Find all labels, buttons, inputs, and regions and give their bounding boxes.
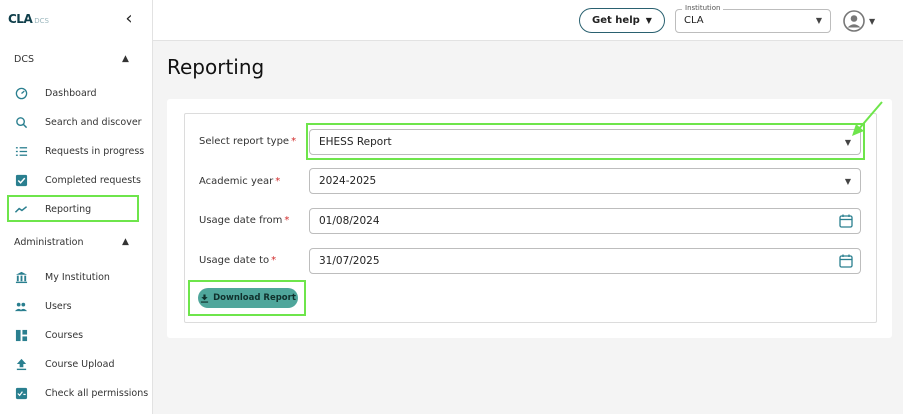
logo-row: CLA DCS ‹ [0,0,153,40]
report-type-label-text: Select report type [199,136,290,147]
section-dcs[interactable]: DCS ▲ [0,48,153,70]
sidebar-item-course-upload[interactable]: Course Upload [0,351,153,377]
logo-sub-text: DCS [34,17,49,25]
sidebar-item-label: Courses [45,329,84,341]
chevron-down-icon: ▼ [645,16,652,25]
dropdown-arrow-icon: ▼ [815,16,822,25]
sidebar-item-label: Requests in progress [45,145,145,157]
academic-year-select[interactable]: 2024-2025 ▼ [309,168,861,194]
institution-select[interactable]: Institution CLA ▼ [675,4,831,33]
required-marker: * [275,176,281,187]
calendar-icon[interactable] [839,254,853,268]
sidebar-item-check-permissions[interactable]: Check all permissions [0,380,153,406]
dropdown-arrow-icon: ▼ [844,138,851,147]
sidebar-item-label: Course Upload [45,358,115,370]
required-marker: * [284,215,290,226]
usage-to-label: Usage date to * [199,255,276,266]
sidebar-item-completed-requests[interactable]: Completed requests [0,167,153,193]
usage-to-value: 31/07/2025 [319,255,380,267]
section-administration-label: Administration [14,236,84,248]
institution-icon [14,270,28,284]
chevron-down-icon: ▼ [869,16,876,26]
download-icon [200,293,209,303]
download-report-button[interactable]: Download Report [198,288,298,308]
permissions-icon [14,386,28,400]
topbar: Get help ▼ Institution CLA ▼ ▼ [153,0,903,41]
section-administration[interactable]: Administration ▲ [0,231,153,253]
sidebar-item-search[interactable]: Search and discover [0,109,153,135]
institution-legend: Institution [682,4,724,12]
account-icon [843,10,865,32]
sidebar-item-users[interactable]: Users [0,293,153,319]
usage-to-date-input[interactable]: 31/07/2025 [309,248,861,274]
users-icon [14,299,28,313]
logo-main-text: CLA [8,12,33,26]
required-marker: * [271,255,277,266]
usage-from-date-input[interactable]: 01/08/2024 [309,208,861,234]
sidebar-item-courses[interactable]: Courses [0,322,153,348]
courses-icon [14,328,28,342]
download-report-label: Download Report [213,293,296,303]
report-type-select[interactable]: EHESS Report ▼ [309,129,861,155]
sidebar-item-label: My Institution [45,271,110,283]
calendar-icon[interactable] [839,214,853,228]
account-menu-button[interactable]: ▼ [843,9,883,33]
sidebar-item-label: Search and discover [45,116,142,128]
trend-icon [14,202,28,216]
list-icon [14,144,28,158]
sidebar-item-my-institution[interactable]: My Institution [0,264,153,290]
sidebar-item-requests-in-progress[interactable]: Requests in progress [0,138,153,164]
gauge-icon [14,86,28,100]
sidebar-item-label: Completed requests [45,174,141,186]
sidebar: CLA DCS ‹ DCS ▲ Dashboard Search and dis… [0,0,153,414]
required-marker: * [291,136,297,147]
dropdown-arrow-icon: ▼ [844,177,851,186]
sidebar-item-dashboard[interactable]: Dashboard [0,80,153,106]
usage-from-label-text: Usage date from [199,215,283,226]
section-dcs-label: DCS [14,53,34,65]
cla-logo[interactable]: CLA DCS [8,12,49,26]
usage-from-value: 01/08/2024 [319,215,380,227]
get-help-button[interactable]: Get help ▼ [579,8,665,33]
chevron-up-icon: ▲ [122,237,129,247]
academic-year-label: Academic year * [199,176,280,187]
chevron-up-icon: ▲ [122,54,129,64]
usage-from-label: Usage date from * [199,215,289,226]
search-icon [14,115,28,129]
report-type-value: EHESS Report [319,136,392,148]
academic-year-label-text: Academic year [199,176,274,187]
upload-icon [14,357,28,371]
sidebar-item-label: Reporting [45,203,92,215]
sidebar-item-label: Check all permissions [45,387,149,399]
get-help-label: Get help [592,15,640,26]
academic-year-value: 2024-2025 [319,175,377,187]
report-type-label: Select report type * [199,136,296,147]
sidebar-item-reporting[interactable]: Reporting [0,196,153,222]
checkbox-icon [14,173,28,187]
page-title: Reporting [167,55,265,79]
sidebar-item-label: Dashboard [45,87,97,99]
usage-to-label-text: Usage date to [199,255,270,266]
institution-value: CLA [684,15,704,26]
collapse-sidebar-button[interactable]: ‹ [120,9,138,29]
sidebar-item-label: Users [45,300,72,312]
